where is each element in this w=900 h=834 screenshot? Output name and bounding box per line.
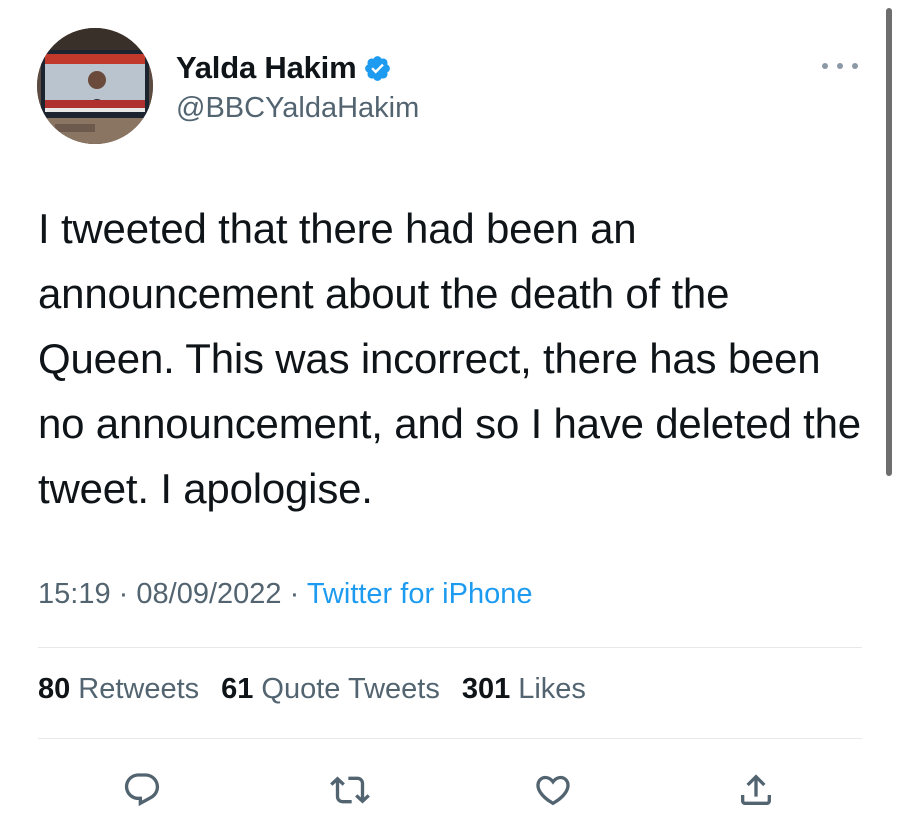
- retweet-icon: [330, 776, 370, 804]
- reply-button[interactable]: [122, 770, 162, 810]
- quote-tweets-count: 61: [221, 673, 254, 705]
- engagement-stats: 80 Retweets 61 Quote Tweets 301 Likes: [38, 673, 586, 706]
- divider: [38, 738, 862, 739]
- reply-icon: [124, 773, 160, 807]
- author-name-row[interactable]: Yalda Hakim: [176, 48, 392, 88]
- tweet-text: I tweeted that there had been an announc…: [38, 205, 861, 512]
- likes-stat[interactable]: 301 Likes: [462, 673, 586, 706]
- display-name[interactable]: Yalda Hakim: [176, 50, 357, 86]
- quote-tweets-label: Quote Tweets: [261, 673, 440, 705]
- tweet-date[interactable]: 08/09/2022: [136, 578, 281, 610]
- more-options-icon[interactable]: [822, 58, 858, 74]
- more-dot: [822, 63, 828, 69]
- tweet-time[interactable]: 15:19: [38, 578, 111, 610]
- share-icon: [741, 774, 771, 805]
- share-button[interactable]: [736, 770, 776, 810]
- avatar-image: [37, 28, 153, 144]
- likes-label: Likes: [518, 673, 586, 705]
- like-button[interactable]: [533, 770, 573, 810]
- retweets-count: 80: [38, 673, 71, 705]
- more-dot: [837, 63, 843, 69]
- divider: [38, 647, 862, 648]
- meta-separator: ·: [118, 578, 129, 610]
- retweets-label: Retweets: [78, 673, 200, 705]
- scrollbar[interactable]: [886, 8, 892, 476]
- author-handle[interactable]: @BBCYaldaHakim: [176, 92, 419, 125]
- meta-separator: ·: [289, 578, 300, 610]
- retweets-stat[interactable]: 80 Retweets: [38, 673, 199, 706]
- verified-badge-icon: [363, 54, 392, 83]
- quote-tweets-stat[interactable]: 61 Quote Tweets: [221, 673, 440, 706]
- heart-icon: [536, 775, 570, 806]
- retweet-button[interactable]: [330, 770, 370, 810]
- more-dot: [852, 63, 858, 69]
- avatar[interactable]: [37, 28, 153, 144]
- tweet-source-link[interactable]: Twitter for iPhone: [307, 578, 533, 610]
- tweet-meta: 15:19 · 08/09/2022 · Twitter for iPhone: [38, 578, 532, 611]
- likes-count: 301: [461, 673, 511, 705]
